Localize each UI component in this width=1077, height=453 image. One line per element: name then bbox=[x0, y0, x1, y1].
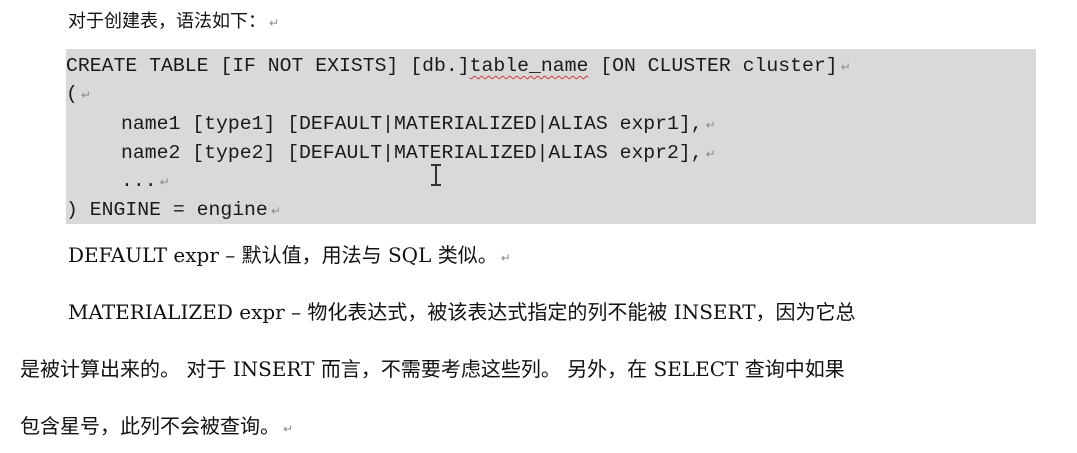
code-block: CREATE TABLE [IF NOT EXISTS] [db.]table_… bbox=[66, 49, 1036, 224]
default-description-text: DEFAULT expr – 默认值，用法与 SQL 类似。 bbox=[68, 243, 498, 267]
code-line-text: name1 [type1] [DEFAULT|MATERIALIZED|ALIA… bbox=[121, 113, 703, 135]
code-line-open-paren: (↵ bbox=[66, 80, 91, 109]
paragraph-mark-icon: ↵ bbox=[269, 16, 280, 30]
code-line-ellipsis: ... ↵ bbox=[121, 167, 170, 196]
paragraph-mark-icon: ↵ bbox=[705, 118, 716, 132]
intro-text: 对于创建表，语法如下： ↵ bbox=[68, 8, 279, 37]
code-line-text: ... bbox=[121, 170, 157, 192]
intro-label: 对于创建表，语法如下： bbox=[68, 11, 266, 32]
code-line-column2: name2 [type2] [DEFAULT|MATERIALIZED|ALIA… bbox=[121, 139, 716, 168]
code-line-text: ) ENGINE = engine bbox=[66, 199, 268, 221]
paragraph-mark-icon: ↵ bbox=[283, 422, 294, 436]
paragraph-mark-icon: ↵ bbox=[80, 88, 91, 102]
spell-check-word: table_name bbox=[469, 55, 589, 77]
code-line-engine: ) ENGINE = engine ↵ bbox=[66, 196, 281, 225]
paragraph-mark-icon: ↵ bbox=[500, 251, 511, 265]
code-line-text: name2 [type2] [DEFAULT|MATERIALIZED|ALIA… bbox=[121, 142, 703, 164]
materialized-description-line3-text: 包含星号，此列不会被查询。 bbox=[20, 414, 280, 438]
materialized-description-line1: MATERIALIZED expr – 物化表达式，被该表达式指定的列不能被 I… bbox=[68, 300, 856, 324]
paragraph-mark-icon: ↵ bbox=[270, 204, 281, 218]
code-line-part: CREATE TABLE [IF NOT EXISTS] [db.] bbox=[66, 55, 470, 77]
code-line-column1: name1 [type1] [DEFAULT|MATERIALIZED|ALIA… bbox=[121, 110, 716, 139]
paragraph-mark-icon: ↵ bbox=[840, 60, 851, 74]
code-line-text: ( bbox=[66, 83, 78, 105]
code-line-create-table: CREATE TABLE [IF NOT EXISTS] [db.]table_… bbox=[66, 52, 851, 81]
materialized-description-line3: 包含星号，此列不会被查询。 ↵ bbox=[20, 411, 293, 444]
paragraph-mark-icon: ↵ bbox=[159, 175, 170, 189]
code-line-part: [ON CLUSTER cluster] bbox=[588, 55, 838, 77]
materialized-description-line2: 是被计算出来的。 对于 INSERT 而言，不需要考虑这些列。 另外，在 SEL… bbox=[20, 357, 845, 381]
text-cursor-icon bbox=[431, 164, 441, 186]
default-description: DEFAULT expr – 默认值，用法与 SQL 类似。 ↵ bbox=[68, 240, 511, 273]
paragraph-mark-icon: ↵ bbox=[705, 147, 716, 161]
